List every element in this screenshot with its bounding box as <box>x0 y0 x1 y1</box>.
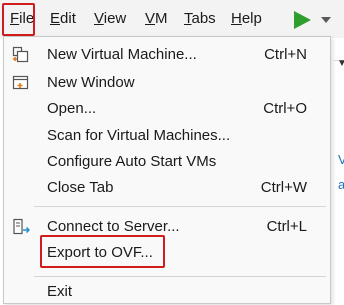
menu-item-close-tab[interactable]: Close Tab Ctrl+W <box>4 175 330 201</box>
menu-help[interactable]: Help <box>231 8 262 30</box>
menu-item-open[interactable]: Open... Ctrl+O <box>4 96 330 122</box>
peek-arrow-icon: ▼ <box>337 58 344 69</box>
peek-text-1: V <box>338 152 344 167</box>
connect-server-icon <box>13 218 30 235</box>
new-vm-icon <box>12 46 29 63</box>
menu-item-scan-for-vms[interactable]: Scan for Virtual Machines... <box>4 123 330 149</box>
menu-bar: File Edit View VM Tabs Help <box>0 0 344 38</box>
menu-separator <box>34 276 326 277</box>
menu-vm[interactable]: VM <box>145 8 168 30</box>
file-menu-dropdown: New Virtual Machine... Ctrl+N New Window… <box>3 36 331 304</box>
menu-view[interactable]: View <box>94 8 126 30</box>
menu-item-new-window[interactable]: New Window <box>4 70 330 96</box>
app-background <box>332 38 344 304</box>
menu-item-exit[interactable]: Exit <box>4 279 330 305</box>
file-menu-highlight <box>2 3 35 36</box>
export-highlight <box>40 235 165 268</box>
play-icon[interactable] <box>292 10 312 30</box>
menu-tabs[interactable]: Tabs <box>184 8 216 30</box>
menu-item-configure-auto-start[interactable]: Configure Auto Start VMs <box>4 149 330 175</box>
peek-text-2: a <box>338 177 344 192</box>
new-window-icon <box>12 75 29 90</box>
menu-item-new-virtual-machine[interactable]: New Virtual Machine... Ctrl+N <box>4 42 330 68</box>
menu-separator <box>34 206 326 207</box>
chevron-down-icon[interactable] <box>320 16 332 24</box>
menu-edit[interactable]: Edit <box>50 8 76 30</box>
